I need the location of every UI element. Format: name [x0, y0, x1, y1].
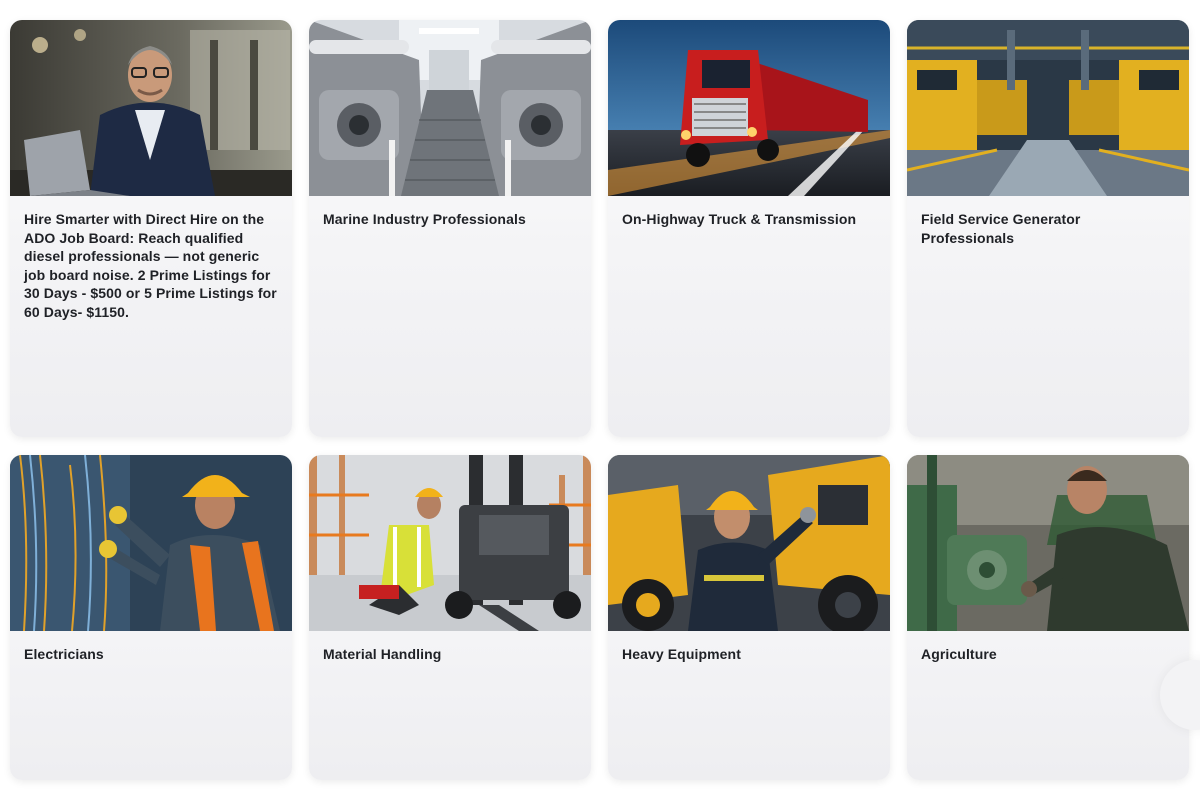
card-electricians[interactable]: Electricians [10, 455, 292, 780]
card-title: On-Highway Truck & Transmission [622, 211, 857, 227]
card-title: Material Handling [323, 646, 442, 662]
card-heavy-equipment[interactable]: Heavy Equipment [608, 455, 890, 780]
card-title: Marine Industry Professionals [323, 211, 526, 227]
card-title: Field Service Generator Professionals [921, 211, 1081, 246]
card-marine[interactable]: Marine Industry Professionals [309, 20, 591, 437]
category-grid: Hire Smarter with Direct Hire on the ADO… [0, 0, 1200, 791]
card-title: Electricians [24, 646, 104, 662]
photo-businessman [10, 20, 292, 196]
photo-agriculture-mechanic [907, 455, 1189, 631]
photo-engine-room [309, 20, 591, 196]
card-title: Agriculture [921, 646, 997, 662]
photo-forklift [309, 455, 591, 631]
card-title: Heavy Equipment [622, 646, 741, 662]
card-material-handling[interactable]: Material Handling [309, 455, 591, 780]
photo-electrician [10, 455, 292, 631]
photo-truck [608, 20, 890, 196]
card-title: Hire Smarter with Direct Hire on the ADO… [24, 211, 277, 320]
photo-heavy-equipment [608, 455, 890, 631]
card-agriculture[interactable]: Agriculture [907, 455, 1189, 780]
card-field-service-generator[interactable]: Field Service Generator Professionals [907, 20, 1189, 437]
photo-generator-plant [907, 20, 1189, 196]
card-truck-transmission[interactable]: On-Highway Truck & Transmission [608, 20, 890, 437]
card-direct-hire[interactable]: Hire Smarter with Direct Hire on the ADO… [10, 20, 292, 437]
